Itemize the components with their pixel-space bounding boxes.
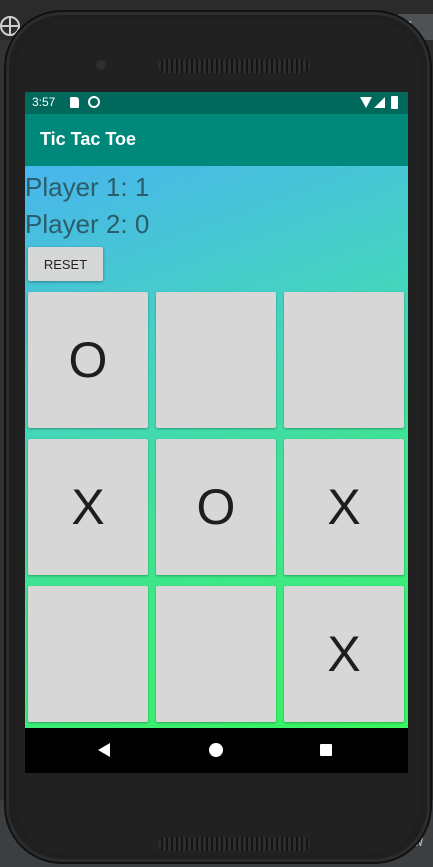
cell-r1c2[interactable] — [156, 292, 276, 428]
player1-score: Player 1: 1 — [25, 172, 150, 202]
front-camera — [96, 60, 106, 70]
sd-card-icon — [70, 97, 79, 108]
cell-r1c3[interactable] — [284, 292, 404, 428]
wifi-icon — [360, 97, 372, 108]
cell-r2c1[interactable]: X — [28, 439, 148, 575]
sync-icon — [88, 96, 100, 108]
top-speaker — [158, 59, 310, 73]
game-content: Player 1: 1 Player 2: 0 RESET O X O X X — [25, 166, 408, 728]
status-bar: 3:57 — [25, 92, 408, 114]
home-icon[interactable] — [209, 743, 223, 757]
device-screen: 3:57 Tic Tac Toe Player 1: 1 Player 2: 0… — [25, 92, 408, 773]
cell-r3c1[interactable] — [28, 586, 148, 722]
signal-icon — [374, 97, 385, 108]
reset-button[interactable]: RESET — [28, 247, 103, 281]
cell-r2c3[interactable]: X — [284, 439, 404, 575]
navigation-bar — [25, 728, 408, 773]
cell-r1c1[interactable]: O — [28, 292, 148, 428]
battery-icon — [391, 96, 398, 109]
app-title: Tic Tac Toe — [40, 129, 137, 149]
player2-score: Player 2: 0 — [25, 209, 150, 239]
cell-r2c2[interactable]: O — [156, 439, 276, 575]
cell-r3c2[interactable] — [156, 586, 276, 722]
back-icon[interactable] — [98, 743, 110, 757]
recent-apps-icon[interactable] — [320, 744, 332, 756]
cell-r3c3[interactable]: X — [284, 586, 404, 722]
status-time: 3:57 — [32, 95, 56, 109]
game-board: O X O X X — [28, 292, 405, 724]
app-bar: Tic Tac Toe — [25, 114, 408, 166]
bottom-speaker — [158, 837, 310, 851]
